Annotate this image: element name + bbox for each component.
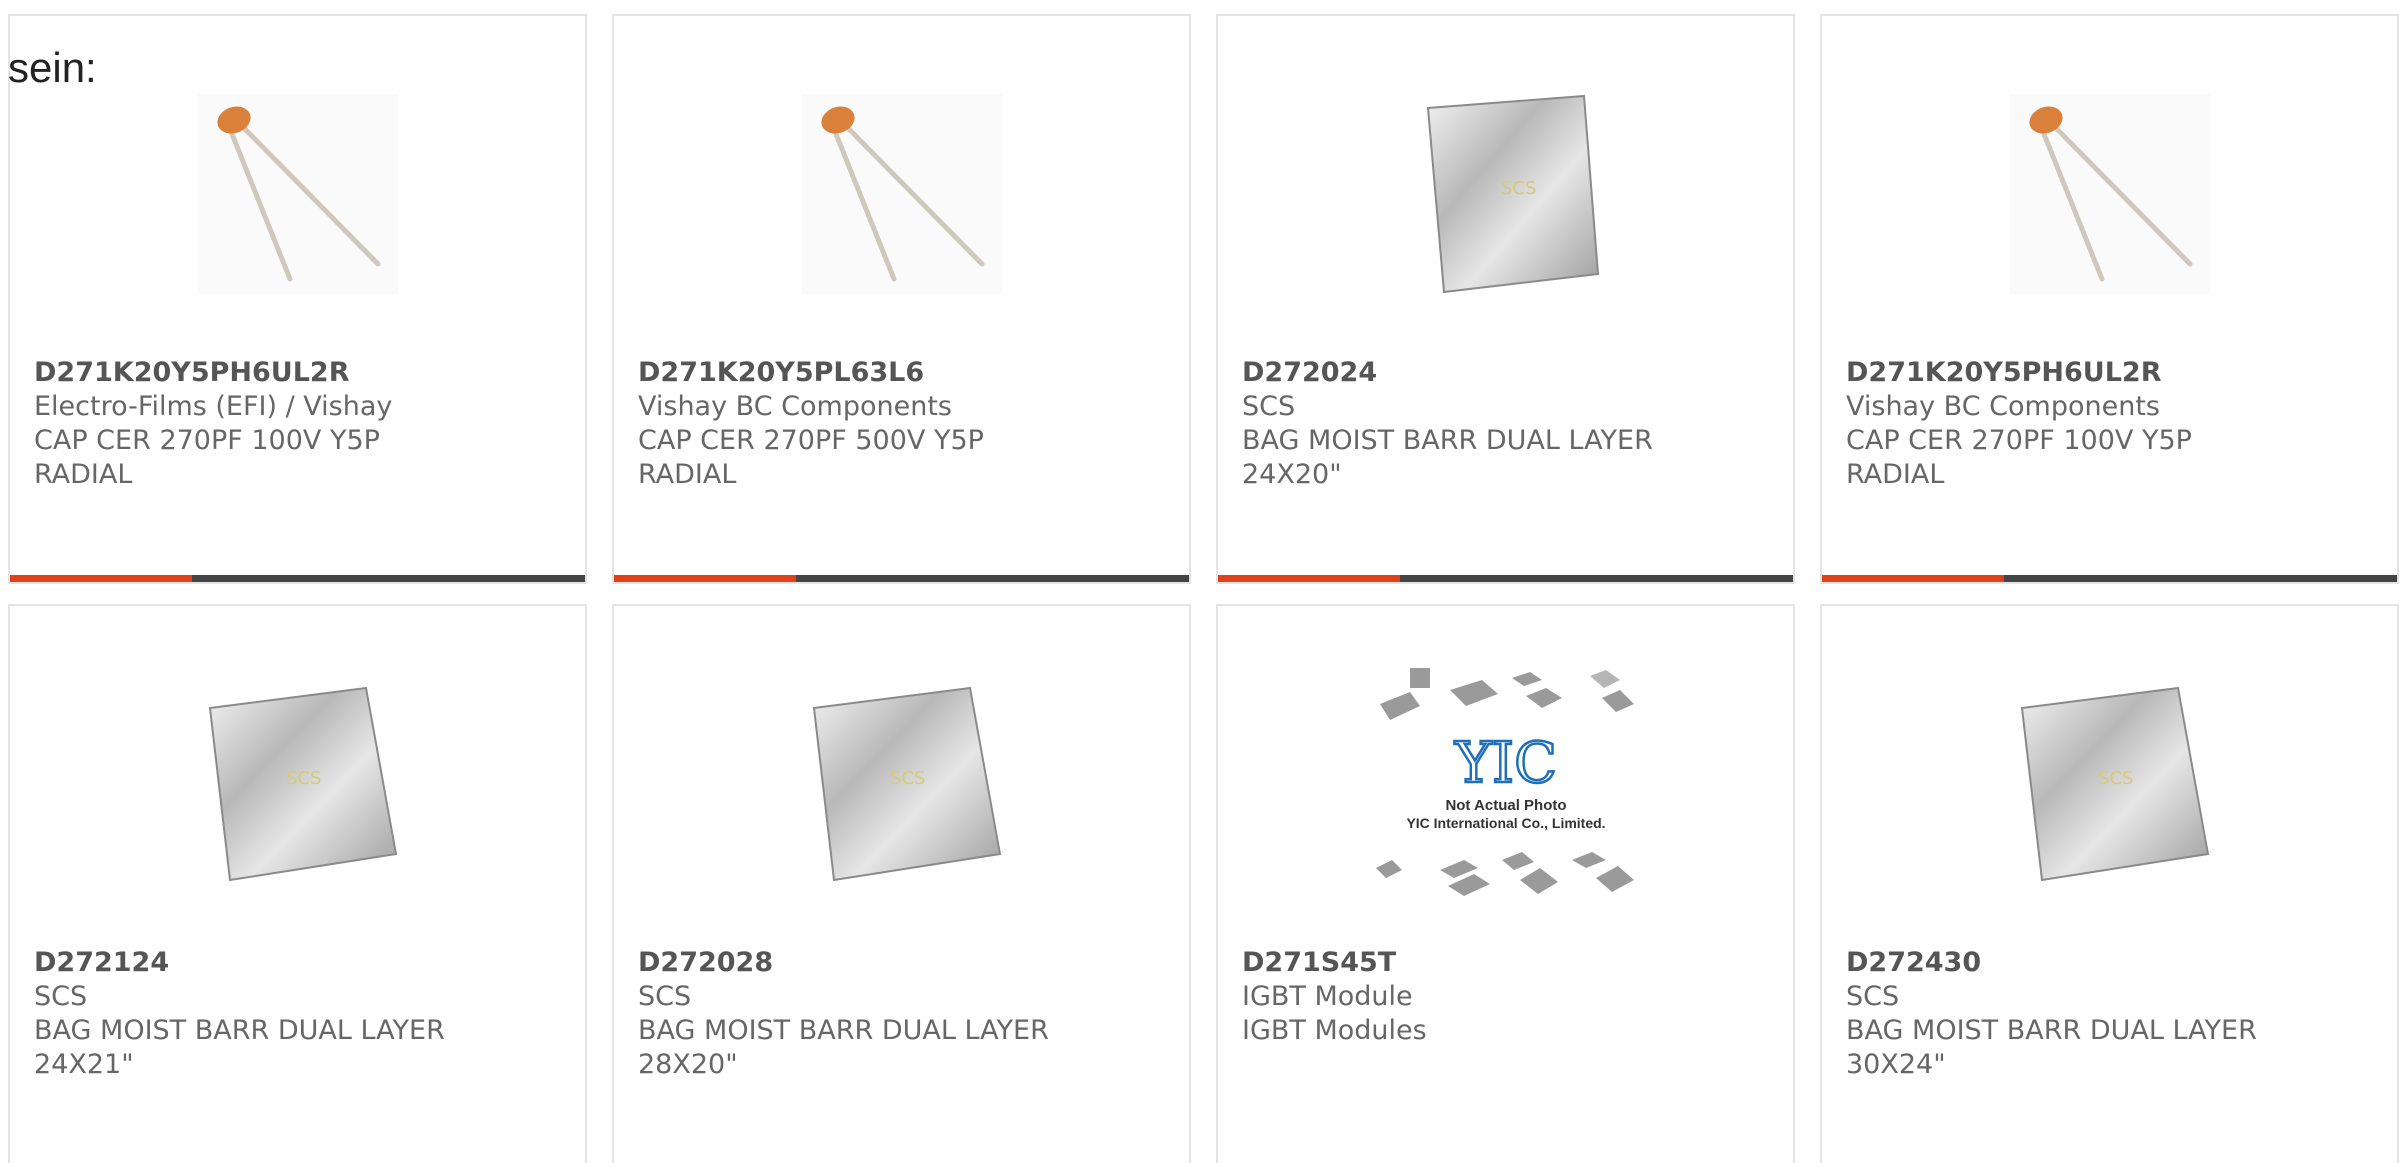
product-card[interactable]: SCS D272028 SCS BAG MOIST BARR DUAL LAYE… (612, 604, 1191, 1163)
yic-logo: YIC (1454, 731, 1557, 796)
manufacturer: Electro-Films (EFI) / Vishay (34, 391, 393, 422)
manufacturer: Vishay BC Components (1846, 391, 2160, 422)
description-line: RADIAL (1846, 459, 1945, 490)
product-card[interactable]: SCS D272430 SCS BAG MOIST BARR DUAL LAYE… (1820, 604, 2399, 1163)
manufacturer: SCS (1242, 391, 1296, 422)
part-number[interactable]: D272124 (34, 946, 565, 980)
capacitor-image[interactable] (1822, 84, 2397, 304)
description-line: IGBT Modules (1242, 1015, 1427, 1046)
card-progress-bar (614, 575, 1189, 582)
part-number[interactable]: D271S45T (1242, 946, 1773, 980)
card-progress-bar (1822, 575, 2397, 582)
card-progress-bar (1218, 575, 1793, 582)
intro-text: sein: (8, 44, 97, 91)
description-line: BAG MOIST BARR DUAL LAYER (638, 1015, 1049, 1046)
product-card[interactable]: SCS D272124 SCS BAG MOIST BARR DUAL LAYE… (8, 604, 587, 1163)
product-card[interactable]: D271K20Y5PH6UL2R Vishay BC Components CA… (1820, 14, 2399, 584)
moisture-bag-image[interactable]: SCS (10, 674, 585, 894)
product-card[interactable]: D271K20Y5PL63L6 Vishay BC Components CAP… (612, 14, 1191, 584)
manufacturer: SCS (34, 981, 88, 1012)
card-progress-bar (10, 575, 585, 582)
capacitor-image[interactable] (10, 84, 585, 304)
manufacturer: Vishay BC Components (638, 391, 952, 422)
part-number[interactable]: D271K20Y5PH6UL2R (1846, 356, 2377, 390)
part-number[interactable]: D271K20Y5PL63L6 (638, 356, 1169, 390)
description-line: BAG MOIST BARR DUAL LAYER (1242, 425, 1653, 456)
description-line: 28X20" (638, 1049, 738, 1080)
description-line: 30X24" (1846, 1049, 1946, 1080)
placeholder-line: YIC International Co., Limited. (1406, 815, 1605, 831)
manufacturer: SCS (1846, 981, 1900, 1012)
moisture-bag-image[interactable]: SCS (614, 674, 1189, 894)
description-line: CAP CER 270PF 100V Y5P (1846, 425, 2192, 456)
moisture-bag-image[interactable]: SCS (1218, 84, 1793, 304)
manufacturer: IGBT Module (1242, 981, 1413, 1012)
svg-text:SCS: SCS (286, 768, 321, 789)
description-line: 24X20" (1242, 459, 1342, 490)
part-number[interactable]: D272430 (1846, 946, 2377, 980)
placeholder-line: Not Actual Photo (1445, 797, 1566, 814)
description-line: RADIAL (34, 459, 133, 490)
moisture-bag-image[interactable]: SCS (1822, 674, 2397, 894)
product-card[interactable]: YIC Not Actual Photo YIC International C… (1216, 604, 1795, 1163)
manufacturer: SCS (638, 981, 692, 1012)
svg-text:SCS: SCS (890, 768, 925, 789)
svg-text:SCS: SCS (1501, 178, 1536, 199)
product-card[interactable]: SCS D272024 SCS BAG MOIST BARR DUAL LAYE… (1216, 14, 1795, 584)
part-number[interactable]: D271K20Y5PH6UL2R (34, 356, 565, 390)
product-grid-page: sein: D271K20Y5PH6UL2R Electro-Films (EF… (0, 0, 2400, 1163)
product-grid: D271K20Y5PH6UL2R Electro-Films (EFI) / V… (8, 14, 2400, 1163)
description-line: 24X21" (34, 1049, 134, 1080)
description-line: CAP CER 270PF 500V Y5P (638, 425, 984, 456)
description-line: BAG MOIST BARR DUAL LAYER (34, 1015, 445, 1046)
product-card[interactable]: D271K20Y5PH6UL2R Electro-Films (EFI) / V… (8, 14, 587, 584)
part-number[interactable]: D272024 (1242, 356, 1773, 390)
placeholder-image[interactable]: YIC Not Actual Photo YIC International C… (1218, 668, 1793, 896)
description-line: CAP CER 270PF 100V Y5P (34, 425, 380, 456)
description-line: BAG MOIST BARR DUAL LAYER (1846, 1015, 2257, 1046)
description-line: RADIAL (638, 459, 737, 490)
capacitor-image[interactable] (614, 84, 1189, 304)
svg-text:SCS: SCS (2098, 768, 2133, 789)
part-number[interactable]: D272028 (638, 946, 1169, 980)
